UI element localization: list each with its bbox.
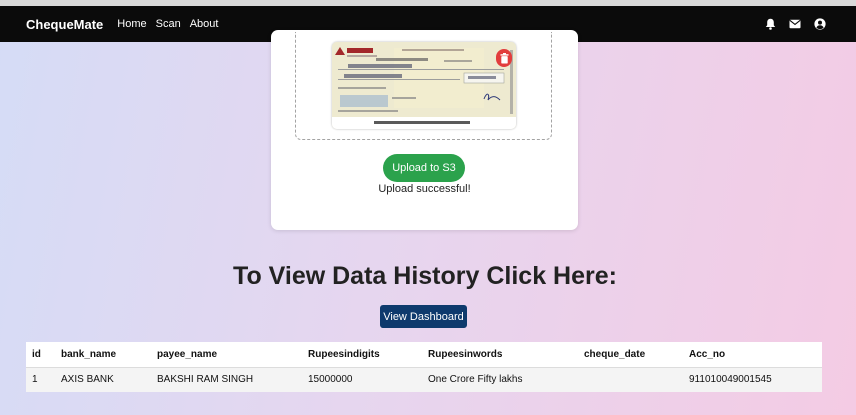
file-dropzone[interactable] <box>295 32 552 140</box>
table-cell-rupees-in-digits: 15000000 <box>302 367 422 392</box>
view-dashboard-button[interactable]: View Dashboard <box>380 305 467 328</box>
column-header-id: id <box>26 342 55 368</box>
column-header-cheque-date: cheque_date <box>578 342 683 368</box>
brand-logo[interactable]: ChequeMate <box>26 17 103 32</box>
table-cell-rupees-in-words: One Crore Fifty lakhs <box>422 367 578 392</box>
table-cell-id: 1 <box>26 367 55 392</box>
bell-icon[interactable] <box>765 18 776 30</box>
envelope-icon[interactable] <box>789 19 801 29</box>
table-cell-bank-name: AXIS BANK <box>55 367 151 392</box>
table-cell-acc-no: 911010049001545 <box>683 367 822 392</box>
upload-card: Upload to S3 Upload successful! <box>271 30 578 230</box>
table-cell-cheque-date <box>578 367 683 392</box>
upload-status-message: Upload successful! <box>378 183 471 195</box>
nav-link-home[interactable]: Home <box>117 18 146 30</box>
nav-link-about[interactable]: About <box>190 18 219 30</box>
table-header-row: id bank_name payee_name Rupeesindigits R… <box>26 342 822 368</box>
column-header-rupees-in-digits: Rupeesindigits <box>302 342 422 368</box>
history-table: id bank_name payee_name Rupeesindigits R… <box>26 342 822 392</box>
delete-image-button[interactable] <box>496 49 512 67</box>
column-header-acc-no: Acc_no <box>683 342 822 368</box>
trash-icon <box>500 52 508 63</box>
column-header-payee-name: payee_name <box>151 342 302 368</box>
cheque-image <box>332 42 516 129</box>
table-cell-payee-name: BAKSHI RAM SINGH <box>151 367 302 392</box>
column-header-bank-name: bank_name <box>55 342 151 368</box>
user-circle-icon[interactable] <box>814 18 826 30</box>
nav-icons <box>765 18 830 30</box>
table-row: 1 AXIS BANK BAKSHI RAM SINGH 15000000 On… <box>26 367 822 392</box>
column-header-rupees-in-words: Rupeesinwords <box>422 342 578 368</box>
nav-link-scan[interactable]: Scan <box>156 18 181 30</box>
history-heading: To View Data History Click Here: <box>233 262 617 290</box>
upload-to-s3-button[interactable]: Upload to S3 <box>383 154 465 182</box>
